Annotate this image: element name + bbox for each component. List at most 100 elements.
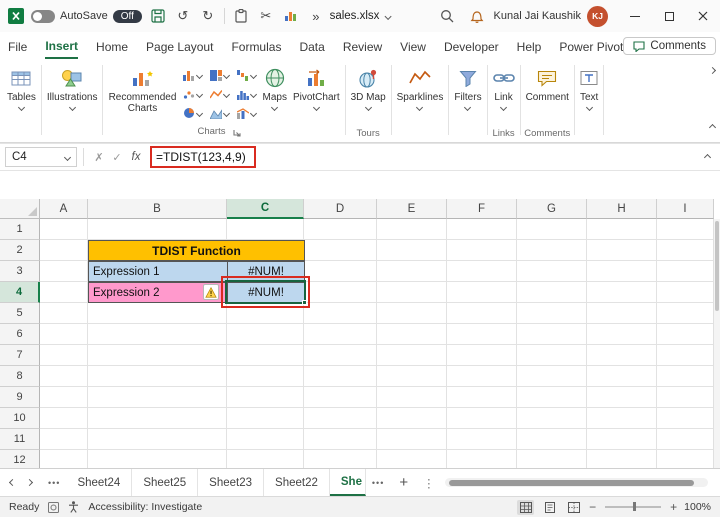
cell-G8[interactable] [517,366,587,387]
cell-H3[interactable] [587,261,657,282]
cell-C10[interactable] [227,408,304,429]
cell-H10[interactable] [587,408,657,429]
undo-icon[interactable]: ↺ [174,6,192,26]
cell-H2[interactable] [587,240,657,261]
column-header-A[interactable]: A [40,199,88,219]
vertical-scrollbar-thumb[interactable] [715,221,719,311]
row-header-1[interactable]: 1 [0,219,40,240]
ribbon-scroll-right-icon[interactable] [708,66,717,75]
accessibility-status[interactable]: Accessibility: Investigate [88,501,202,513]
cell-D3[interactable] [304,261,377,282]
row-header-12[interactable]: 12 [0,450,40,468]
notifications-bell-icon[interactable] [462,9,492,23]
cell-A7[interactable] [40,345,88,366]
cell-F2[interactable] [447,240,517,261]
cell-F11[interactable] [447,429,517,450]
cell-D11[interactable] [304,429,377,450]
cell-E7[interactable] [377,345,447,366]
cell-A11[interactable] [40,429,88,450]
cell-A2[interactable] [40,240,88,261]
cell-F5[interactable] [447,303,517,324]
cell-F7[interactable] [447,345,517,366]
row-header-6[interactable]: 6 [0,324,40,345]
cell-I10[interactable] [657,408,714,429]
menu-tab-insert[interactable]: Insert [45,34,79,59]
row-header-5[interactable]: 5 [0,303,40,324]
cell-D2[interactable] [304,240,377,261]
insert-column-chart-button[interactable] [179,66,205,84]
normal-view-icon[interactable] [517,499,535,515]
cell-F6[interactable] [447,324,517,345]
sheet-nav-right-icon[interactable] [25,478,34,487]
column-header-I[interactable]: I [657,199,714,219]
cell-C6[interactable] [227,324,304,345]
insert-statistic-chart-button[interactable] [233,85,259,103]
menu-tab-review[interactable]: Review [343,35,382,58]
row-header-4[interactable]: 4 [0,282,40,303]
cell-H8[interactable] [587,366,657,387]
quick-access-overflow-icon[interactable]: » [307,6,325,26]
select-all-button[interactable] [0,199,40,219]
menu-tab-file[interactable]: File [8,35,27,58]
row-header-8[interactable]: 8 [0,366,40,387]
page-layout-view-icon[interactable] [541,500,558,515]
cell-H12[interactable] [587,450,657,468]
cell-I3[interactable] [657,261,714,282]
insert-hierarchy-chart-button[interactable] [206,66,232,84]
horizontal-scrollbar-thumb[interactable] [448,479,694,486]
cell-I1[interactable] [657,219,714,240]
cell-G4[interactable] [517,282,587,303]
cell-G10[interactable] [517,408,587,429]
more-sheets-right-button[interactable]: ••• [366,469,390,496]
row-header-11[interactable]: 11 [0,429,40,450]
recommended-charts-button[interactable]: Recommended Charts [105,62,179,114]
cell-G7[interactable] [517,345,587,366]
cell-E4[interactable] [377,282,447,303]
cell-C1[interactable] [227,219,304,240]
text-button[interactable]: Text [577,62,601,112]
cell-expression1-value[interactable]: #NUM! [227,261,305,282]
tables-button[interactable]: Tables [4,62,39,112]
cell-F10[interactable] [447,408,517,429]
horizontal-scrollbar[interactable] [441,469,720,496]
cell-B7[interactable] [88,345,227,366]
zoom-in-icon[interactable]: + [670,501,677,513]
insert-waterfall-chart-button[interactable] [233,66,259,84]
workbook-title[interactable]: sales.xlsx [330,10,392,22]
sheet-tab-sheet24[interactable]: Sheet24 [66,469,133,496]
cell-F3[interactable] [447,261,517,282]
cell-D9[interactable] [304,387,377,408]
cell-H4[interactable] [587,282,657,303]
cell-I2[interactable] [657,240,714,261]
menu-tab-home[interactable]: Home [96,35,128,58]
filters-button[interactable]: Filters [451,62,484,112]
menu-tab-view[interactable]: View [400,35,426,58]
cell-A1[interactable] [40,219,88,240]
column-header-B[interactable]: B [88,199,227,219]
column-header-C[interactable]: C [227,199,304,219]
cell-D4[interactable] [304,282,377,303]
column-header-E[interactable]: E [377,199,447,219]
sheet-options-kebab-icon[interactable]: ⋮ [417,469,441,496]
menu-tab-power-pivot[interactable]: Power Pivot [559,35,623,58]
zoom-level[interactable]: 100% [684,501,711,513]
cell-E9[interactable] [377,387,447,408]
formula-bar-collapse-icon[interactable] [694,153,720,161]
redo-icon[interactable]: ↻ [199,6,217,26]
menu-tab-data[interactable]: Data [299,35,324,58]
cell-E10[interactable] [377,408,447,429]
menu-tab-page-layout[interactable]: Page Layout [146,35,213,58]
cell-A4[interactable] [40,282,88,303]
column-header-F[interactable]: F [447,199,517,219]
user-name[interactable]: Kunal Jai Kaushik [494,10,581,22]
chart-icon[interactable] [282,6,300,26]
cell-I7[interactable] [657,345,714,366]
maximize-button[interactable] [652,0,686,32]
page-break-preview-icon[interactable] [565,500,582,515]
row-header-3[interactable]: 3 [0,261,40,282]
cell-F4[interactable] [447,282,517,303]
zoom-out-icon[interactable]: − [589,501,596,513]
menu-tab-help[interactable]: Help [517,35,542,58]
insert-combo-chart-button[interactable] [233,104,259,122]
cell-I9[interactable] [657,387,714,408]
